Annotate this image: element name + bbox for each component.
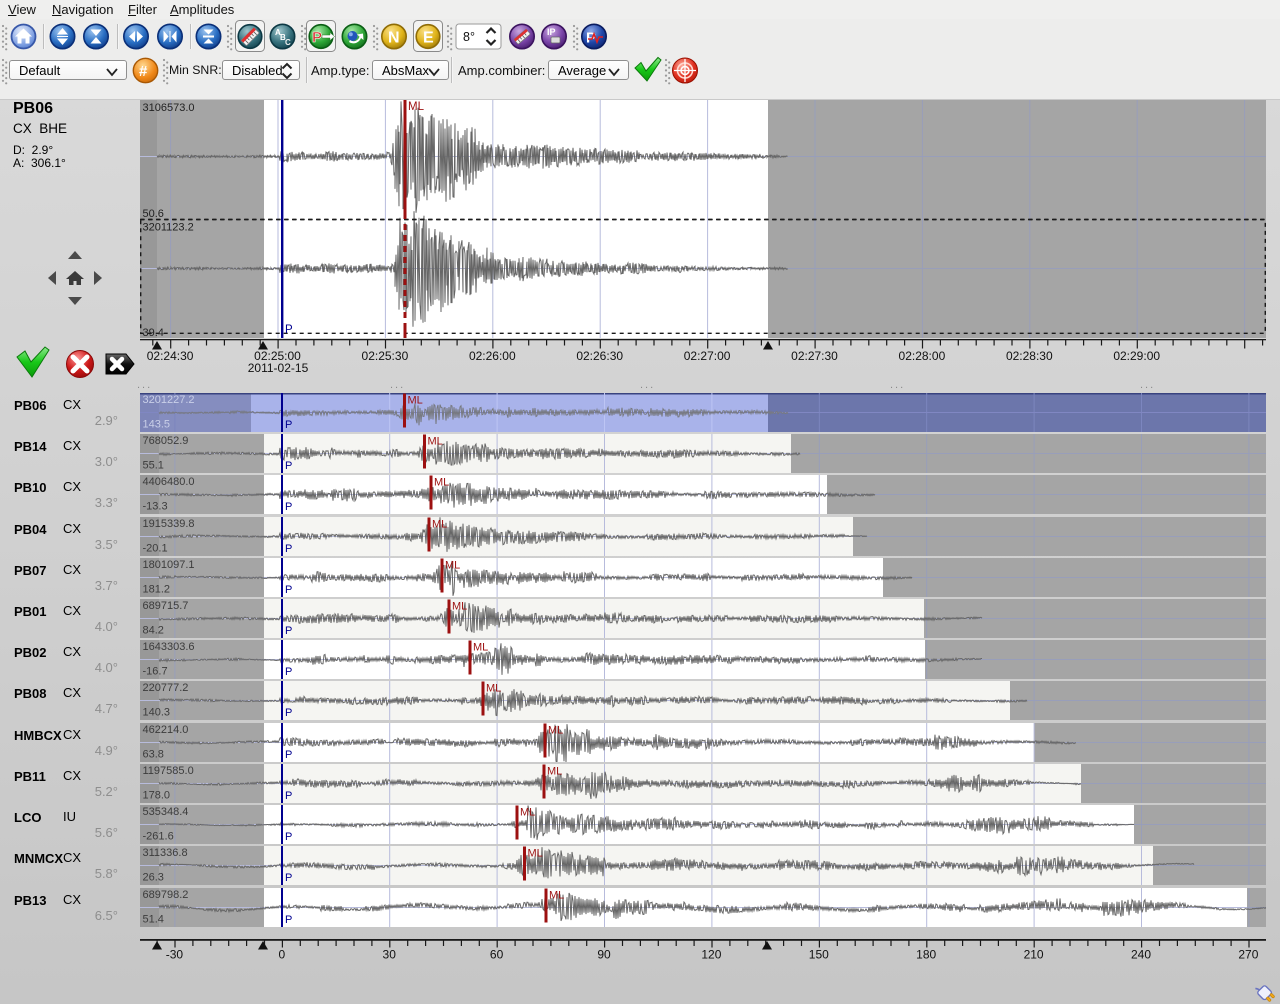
svg-text:1915339.8: 1915339.8 [143, 518, 195, 530]
svg-text:462214.0: 462214.0 [143, 724, 189, 736]
svg-text:26.3: 26.3 [143, 872, 164, 884]
svg-text:-20.1: -20.1 [143, 543, 168, 555]
svg-text:311336.8: 311336.8 [143, 847, 188, 859]
svg-text:ML: ML [520, 807, 535, 819]
svg-text:0: 0 [278, 948, 285, 962]
svg-text:P: P [285, 324, 293, 336]
svg-text:535348.4: 535348.4 [143, 806, 189, 818]
svg-text:1801097.1: 1801097.1 [143, 559, 195, 571]
svg-text:02:28:30: 02:28:30 [1006, 349, 1053, 363]
svg-text:3201227.2: 3201227.2 [143, 394, 195, 406]
svg-text:02:24:30: 02:24:30 [147, 349, 194, 363]
svg-text:8°: 8° [463, 30, 475, 44]
svg-text:N: N [388, 30, 400, 47]
svg-text:ML: ML [452, 601, 467, 613]
svg-text:60: 60 [490, 948, 504, 962]
svg-text:P: P [285, 460, 292, 472]
svg-text:ML: ML [473, 642, 488, 654]
svg-text:84.2: 84.2 [143, 625, 164, 637]
svg-text:P: P [285, 831, 292, 843]
svg-text:P: P [285, 419, 292, 431]
svg-text:P: P [285, 872, 292, 884]
svg-text:P: P [285, 501, 292, 513]
svg-text:02:26:00: 02:26:00 [469, 349, 516, 363]
svg-text:-13.3: -13.3 [143, 501, 168, 513]
svg-text:ML: ML [432, 519, 447, 531]
svg-text:63.8: 63.8 [143, 749, 164, 761]
svg-text:ML: ML [528, 848, 543, 860]
svg-text:C: C [285, 38, 291, 47]
svg-text:E: E [423, 30, 434, 47]
svg-text:50.6: 50.6 [143, 208, 164, 220]
svg-text:120: 120 [701, 948, 721, 962]
svg-text:240: 240 [1131, 948, 1151, 962]
svg-text:02:27:00: 02:27:00 [684, 349, 731, 363]
svg-text:P: P [285, 543, 292, 555]
svg-text:30: 30 [383, 948, 397, 962]
svg-text:178.0: 178.0 [143, 790, 171, 802]
svg-text:55.1: 55.1 [143, 460, 164, 472]
svg-text:689798.2: 689798.2 [143, 889, 189, 901]
svg-text:ML: ML [547, 766, 562, 778]
svg-text:ML: ML [408, 395, 423, 407]
svg-text:P: P [285, 707, 292, 719]
svg-text:02:28:00: 02:28:00 [899, 349, 946, 363]
svg-text:140.3: 140.3 [143, 707, 171, 719]
svg-text:P: P [285, 584, 292, 596]
svg-text:P: P [312, 29, 322, 46]
svg-text:P: P [285, 625, 292, 637]
svg-text:ML: ML [548, 725, 563, 737]
svg-text:1643303.6: 1643303.6 [143, 641, 195, 653]
svg-text:02:27:30: 02:27:30 [791, 349, 838, 363]
svg-text:1197585.0: 1197585.0 [143, 765, 194, 777]
svg-text:02:29:00: 02:29:00 [1113, 349, 1160, 363]
svg-text:ML: ML [549, 890, 564, 902]
svg-text:-30: -30 [166, 948, 184, 962]
svg-text:180: 180 [916, 948, 936, 962]
svg-text:39.4: 39.4 [143, 327, 164, 338]
svg-text:ML: ML [445, 560, 460, 572]
svg-text:P: P [285, 914, 292, 926]
svg-text:689715.7: 689715.7 [143, 600, 189, 612]
svg-text:270: 270 [1238, 948, 1258, 962]
svg-text:90: 90 [597, 948, 611, 962]
svg-text:P: P [285, 749, 292, 761]
svg-text:143.5: 143.5 [143, 419, 171, 431]
svg-text:ML: ML [428, 436, 443, 448]
svg-text:#: # [139, 63, 148, 80]
svg-text:3201123.2: 3201123.2 [143, 222, 194, 234]
svg-text:181.2: 181.2 [143, 584, 171, 596]
svg-text:02:26:30: 02:26:30 [576, 349, 623, 363]
svg-text:P: P [285, 790, 292, 802]
svg-text:ML: ML [486, 683, 501, 695]
svg-text:02:25:30: 02:25:30 [362, 349, 409, 363]
svg-text:P: P [586, 30, 596, 47]
svg-text:4406480.0: 4406480.0 [143, 476, 195, 488]
svg-text:ML: ML [434, 477, 449, 489]
svg-text:210: 210 [1024, 948, 1044, 962]
svg-text:-261.6: -261.6 [143, 831, 174, 843]
svg-text:51.4: 51.4 [143, 914, 164, 926]
svg-text:ML: ML [408, 101, 425, 113]
svg-text:3106573.0: 3106573.0 [143, 102, 195, 114]
svg-text:768052.9: 768052.9 [143, 435, 189, 447]
svg-text:IP: IP [547, 27, 556, 37]
svg-text:-16.7: -16.7 [143, 666, 168, 678]
svg-text:P: P [285, 666, 292, 678]
svg-text:220777.2: 220777.2 [143, 682, 189, 694]
svg-text:150: 150 [809, 948, 829, 962]
